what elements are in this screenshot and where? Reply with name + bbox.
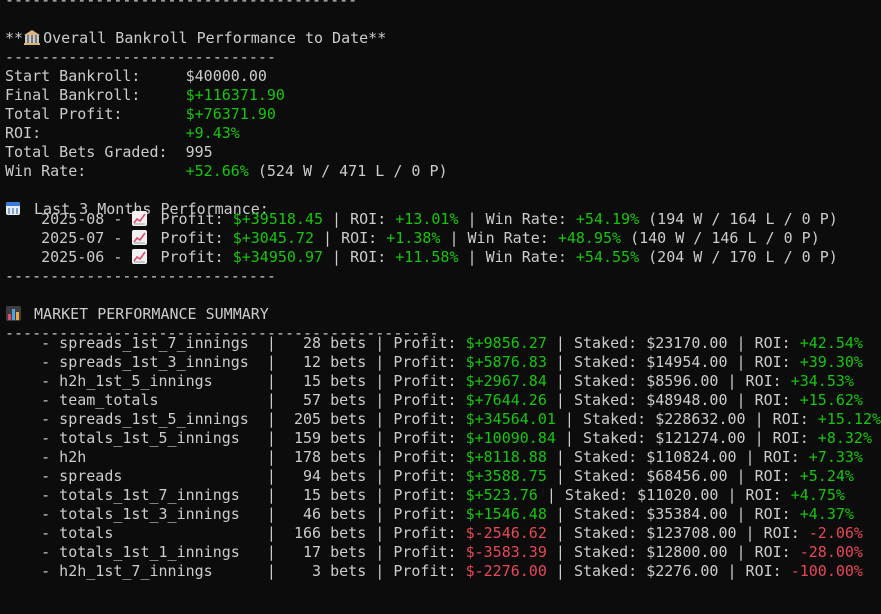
chart-increasing-icon	[131, 211, 149, 226]
market-row: - spreads_1st_5_innings | 205 bets | Pro…	[5, 410, 881, 428]
terminal-output[interactable]: --------------------------------------- …	[5, 0, 881, 614]
market-title: MARKET PERFORMANCE SUMMARY	[5, 305, 881, 324]
calendar-icon	[5, 201, 23, 216]
overall-win-rate: Win Rate: +52.66% (524 W / 471 L / 0 P)	[5, 162, 448, 180]
total-profit: Total Profit: $+76371.90	[5, 105, 276, 123]
bank-icon	[23, 30, 41, 45]
chart-increasing-icon	[131, 230, 149, 245]
month-row: 2025-08 - Profit: $+39518.45 | ROI: +13.…	[5, 210, 838, 228]
market-row: - totals_1st_1_innings | 17 bets | Profi…	[5, 543, 863, 561]
bar-chart-icon	[5, 306, 23, 321]
market-row: - h2h_1st_5_innings | 15 bets | Profit: …	[5, 372, 854, 390]
market-row: - h2h | 178 bets | Profit: $+8118.88 | S…	[5, 448, 863, 466]
start-bankroll: Start Bankroll: $40000.00	[5, 67, 267, 85]
final-bankroll: Final Bankroll: $+116371.90	[5, 86, 285, 104]
market-row: - spreads | 94 bets | Profit: $+3588.75 …	[5, 467, 854, 485]
market-row: - totals_1st_3_innings | 46 bets | Profi…	[5, 505, 854, 523]
market-row: - team_totals | 57 bets | Profit: $+7644…	[5, 391, 863, 409]
last3-rule: ------------------------------	[5, 267, 276, 285]
market-row: - h2h_1st_7_innings | 3 bets | Profit: $…	[5, 562, 863, 580]
market-row: - spreads_1st_3_innings | 12 bets | Prof…	[5, 353, 863, 371]
market-row: - totals_1st_5_innings | 159 bets | Prof…	[5, 429, 872, 447]
market-row: - totals | 166 bets | Profit: $-2546.62 …	[5, 524, 863, 542]
overall-rule: ------------------------------	[5, 48, 276, 66]
rule-top: ---------------------------------------	[5, 0, 358, 9]
overall-title: ** Overall Bankroll Performance to Date**	[5, 29, 387, 47]
month-row: 2025-06 - Profit: $+34950.97 | ROI: +11.…	[5, 248, 838, 266]
overall-roi: ROI: +9.43%	[5, 124, 240, 142]
total-bets-graded: Total Bets Graded: 995	[5, 143, 213, 161]
month-row: 2025-07 - Profit: $+3045.72 | ROI: +1.38…	[5, 229, 820, 247]
market-row: - spreads_1st_7_innings | 28 bets | Prof…	[5, 334, 863, 352]
chart-increasing-icon	[131, 249, 149, 264]
market-row: - totals_1st_7_innings | 15 bets | Profi…	[5, 486, 845, 504]
